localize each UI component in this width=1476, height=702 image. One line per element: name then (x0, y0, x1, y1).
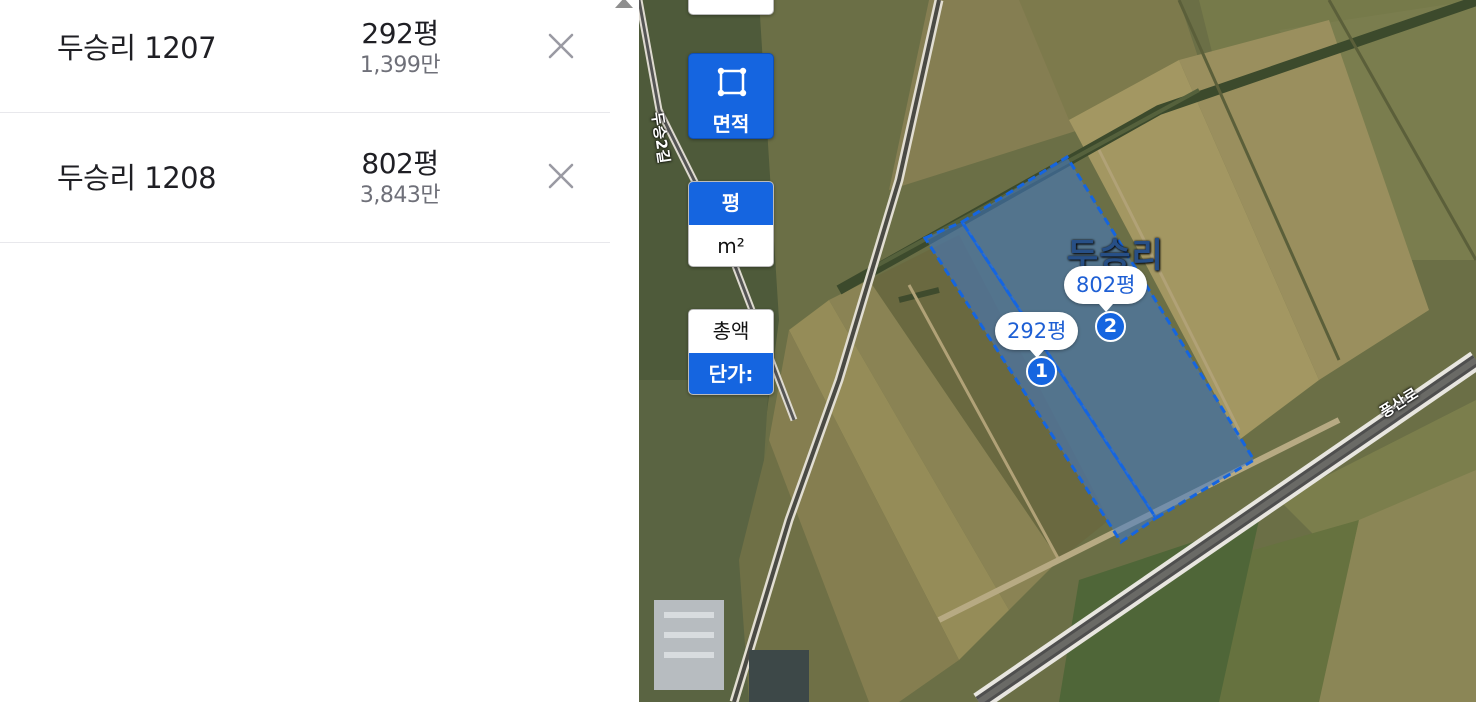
total-price-button[interactable]: 총액 (689, 310, 773, 353)
parcel-list-panel: 두승리 1207 292평 1,399만 두승리 1208 802평 3,843… (0, 0, 610, 702)
area-bubble: 802평 (1064, 266, 1148, 312)
unit-price-button[interactable]: 단가: (689, 353, 773, 394)
parcel-name: 두승리 1208 (57, 161, 217, 195)
close-icon (548, 33, 574, 59)
parcel-price: 1,399만 (359, 53, 441, 78)
parcel-area: 802평 (361, 147, 439, 180)
parcel-price: 3,843만 (359, 183, 441, 208)
satellite-map[interactable]: 두승2길 풍산로 두승리 292평 802평 1 2 면적 평 m² 총액 단가… (639, 0, 1476, 702)
parcel-marker[interactable]: 2 (1095, 311, 1126, 342)
unit-toggle: 평 m² (688, 181, 774, 267)
remove-parcel-button[interactable] (542, 27, 580, 65)
area-select-icon (717, 67, 747, 97)
area-measure-button[interactable]: 면적 (688, 53, 774, 139)
parcel-name: 두승리 1207 (57, 31, 217, 65)
scroll-up-arrow[interactable] (615, 0, 633, 8)
remove-parcel-button[interactable] (542, 157, 580, 195)
panel-gutter (610, 0, 639, 702)
list-item[interactable]: 두승리 1207 292평 1,399만 (0, 0, 610, 113)
unit-pyeong-button[interactable]: 평 (689, 182, 773, 225)
close-icon (548, 163, 574, 189)
unit-m2-button[interactable]: m² (689, 225, 773, 266)
app-root: 두승리 1207 292평 1,399만 두승리 1208 802평 3,843… (0, 0, 1476, 702)
list-item[interactable]: 두승리 1208 802평 3,843만 (0, 113, 610, 243)
price-mode-toggle: 총액 단가: (688, 309, 774, 395)
area-bubble: 292평 (995, 312, 1079, 358)
parcel-area: 292평 (361, 17, 439, 50)
map-tool-button[interactable] (688, 0, 774, 15)
area-measure-label: 면적 (712, 112, 750, 136)
parcel-marker[interactable]: 1 (1026, 356, 1057, 387)
